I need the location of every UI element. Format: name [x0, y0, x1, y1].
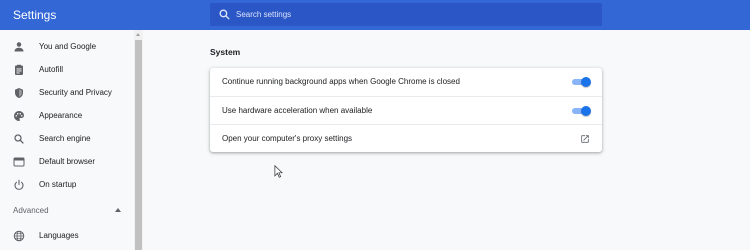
- setting-label: Use hardware acceleration when available: [222, 106, 373, 115]
- sidebar-item-label: Search engine: [39, 134, 91, 143]
- setting-row-hardware-acceleration[interactable]: Use hardware acceleration when available: [210, 96, 602, 124]
- sidebar-item-languages[interactable]: Languages: [0, 224, 134, 247]
- sidebar: You and Google Autofill Security and Pri…: [0, 30, 134, 250]
- background-apps-toggle[interactable]: [572, 77, 591, 87]
- sidebar-item-search-engine[interactable]: Search engine: [0, 127, 134, 150]
- sidebar-item-autofill[interactable]: Autofill: [0, 58, 134, 81]
- toggle-knob: [581, 106, 591, 116]
- sidebar-item-you-and-google[interactable]: You and Google: [0, 35, 134, 58]
- scroll-up-arrow-icon[interactable]: [136, 33, 140, 36]
- advanced-label: Advanced: [13, 206, 49, 215]
- scrollbar-thumb[interactable]: [135, 40, 142, 250]
- clipboard-icon: [13, 64, 25, 76]
- sidebar-item-label: Security and Privacy: [39, 88, 112, 97]
- section-title: System: [210, 47, 241, 57]
- sidebar-item-default-browser[interactable]: Default browser: [0, 150, 134, 173]
- system-settings-card: Continue running background apps when Go…: [210, 68, 602, 152]
- browser-icon: [13, 156, 25, 168]
- setting-label: Continue running background apps when Go…: [222, 77, 460, 86]
- setting-row-background-apps[interactable]: Continue running background apps when Go…: [210, 68, 602, 96]
- sidebar-item-label: Languages: [39, 231, 79, 240]
- chevron-up-icon: [115, 208, 121, 212]
- search-icon[interactable]: [218, 8, 231, 21]
- sidebar-item-on-startup[interactable]: On startup: [0, 173, 134, 196]
- globe-icon: [13, 230, 25, 242]
- sidebar-item-appearance[interactable]: Appearance: [0, 104, 134, 127]
- sidebar-item-label: You and Google: [39, 42, 97, 51]
- shield-icon: [13, 87, 25, 99]
- mouse-cursor-icon: [274, 165, 283, 178]
- hardware-acceleration-toggle[interactable]: [572, 106, 591, 116]
- search-box[interactable]: [210, 3, 602, 26]
- search-icon: [13, 133, 25, 145]
- search-input[interactable]: [236, 6, 586, 23]
- app-title: Settings: [13, 8, 57, 22]
- sidebar-item-label: Autofill: [39, 65, 64, 74]
- sidebar-item-label: On startup: [39, 180, 77, 189]
- setting-row-proxy-settings[interactable]: Open your computer's proxy settings: [210, 124, 602, 152]
- sidebar-scrollbar[interactable]: [134, 30, 143, 250]
- setting-label: Open your computer's proxy settings: [222, 134, 353, 143]
- palette-icon: [13, 110, 25, 122]
- top-bar: Settings: [0, 0, 750, 30]
- person-icon: [13, 41, 25, 53]
- sidebar-item-security-and-privacy[interactable]: Security and Privacy: [0, 81, 134, 104]
- external-link-icon[interactable]: [580, 134, 590, 144]
- sidebar-item-label: Appearance: [39, 111, 83, 120]
- advanced-toggle[interactable]: Advanced: [13, 206, 125, 220]
- toggle-knob: [581, 77, 591, 87]
- power-icon: [13, 179, 25, 191]
- sidebar-item-label: Default browser: [39, 157, 96, 166]
